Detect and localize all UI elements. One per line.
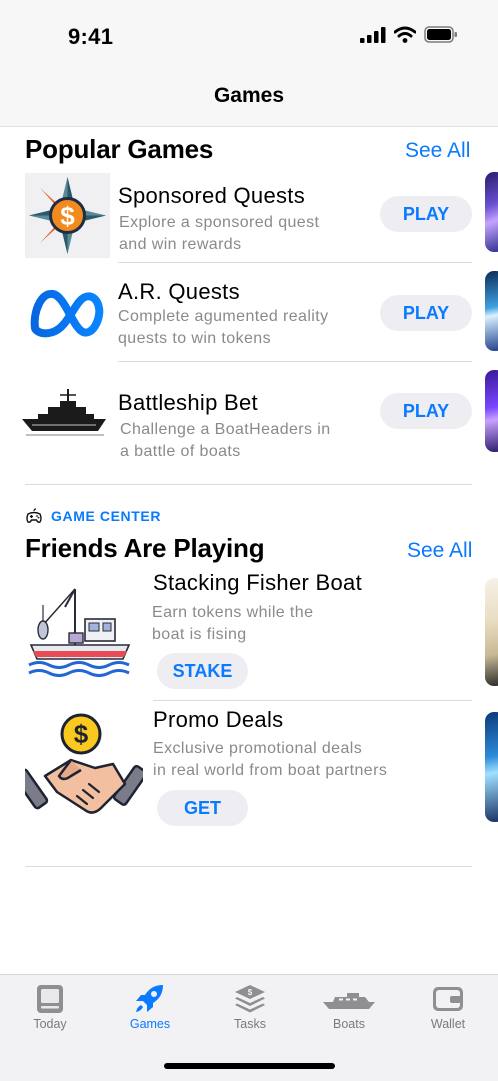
tab-boats[interactable]: Boats [304,975,394,1031]
popular-games-heading: Popular Games [25,134,214,164]
rocket-icon [136,985,163,1012]
item-title: Stacking Fisher Boat [153,570,362,595]
item-subtitle-line1: Explore a sponsored quest [119,214,320,231]
wifi-icon [394,26,416,43]
item-title: Sponsored Quests [118,183,306,208]
tab-label: Games [129,1017,171,1031]
eyebrow-text: GAME CENTER [51,508,162,524]
navigation-bar: Games [0,70,498,127]
status-bar: 9:41 [0,0,498,70]
tab-label: Wallet [430,1017,466,1031]
play-button[interactable]: PLAY [380,393,472,429]
meta-infinity-icon [25,272,110,357]
handshake-dollar-icon: $ [25,710,143,828]
item-subtitle-line2: boat is fising [152,626,247,643]
tab-label: Tasks [234,1017,266,1031]
home-indicator [164,1063,335,1069]
status-icons [360,26,458,43]
cellular-signal-icon [360,26,386,43]
item-subtitle-line2: a battle of boats [120,443,241,460]
section-separator [25,484,472,485]
play-button[interactable]: PLAY [380,295,472,331]
item-subtitle-line1: Complete agumented reality [118,308,329,325]
tab-wallet[interactable]: Wallet [403,975,493,1031]
section-separator [25,866,472,867]
tab-label: Boats [333,1017,365,1031]
status-time: 9:41 [68,24,114,49]
item-title: A.R. Quests [118,279,240,304]
peek-card-thumbnail[interactable] [485,172,498,252]
page-title: Games [213,84,285,107]
today-icon [37,985,63,1013]
svg-text:$: $ [248,988,253,997]
tab-label: Today [33,1017,67,1031]
wallet-icon [433,987,463,1011]
peek-card-thumbnail[interactable] [485,712,498,822]
separator [118,262,472,263]
item-title: Promo Deals [153,707,284,732]
play-button[interactable]: PLAY [380,196,472,232]
fishing-boat-icon [25,585,138,687]
peek-card-thumbnail[interactable] [485,370,498,452]
svg-text:$: $ [60,201,75,231]
game-center-label: GAME CENTER [25,508,161,524]
compass-dollar-icon: $ [25,173,110,258]
get-button[interactable]: GET [157,790,248,826]
stake-button[interactable]: STAKE [157,653,248,689]
item-subtitle-line2: and win rewards [119,236,242,253]
tab-today[interactable]: Today [5,975,95,1031]
battleship-icon [20,371,110,456]
svg-text:$: $ [74,719,89,749]
popular-see-all-link[interactable]: See All [405,139,470,163]
peek-card-thumbnail[interactable] [485,271,498,351]
tab-games[interactable]: Games [105,975,195,1031]
peek-card-thumbnail[interactable] [485,578,498,686]
game-controller-icon [26,508,42,523]
friends-playing-heading: Friends Are Playing [25,533,265,563]
item-subtitle-line1: Exclusive promotional deals [153,740,363,757]
separator [153,700,472,701]
item-subtitle-line1: Challenge a BoatHeaders in [120,421,331,438]
friends-see-all-link[interactable]: See All [407,539,472,563]
boat-icon [323,993,375,1009]
item-subtitle-line2: quests to win tokens [118,330,271,347]
item-subtitle-line2: in real world from boat partners [153,762,388,779]
battery-icon [424,26,457,43]
layers-icon: $ [235,985,265,1013]
item-subtitle-line1: Earn tokens while the [152,604,314,621]
item-title: Battleship Bet [118,390,258,415]
separator [118,361,472,362]
tab-tasks[interactable]: $ Tasks [205,975,295,1031]
